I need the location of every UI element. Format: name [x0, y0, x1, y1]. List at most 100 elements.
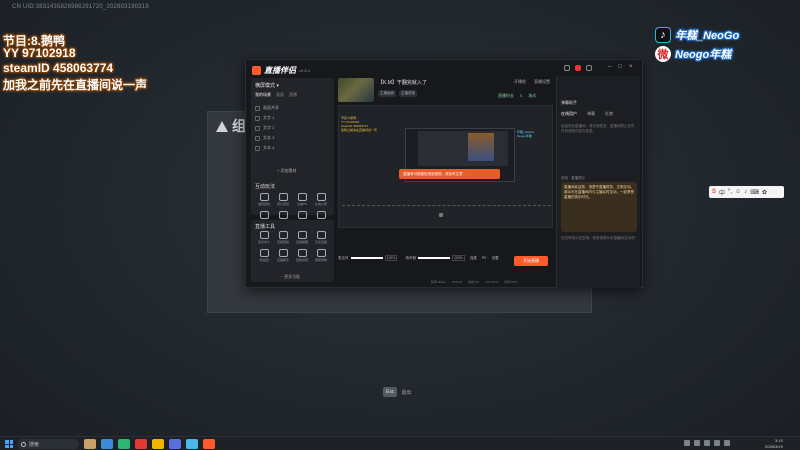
emoji-icon[interactable]: ☺ [735, 189, 741, 195]
windows-start-icon[interactable] [5, 440, 13, 448]
battery-icon[interactable] [724, 440, 730, 446]
taskbar-app-live-companion[interactable] [203, 439, 215, 449]
taskbar-app-edge[interactable] [118, 439, 130, 449]
esc-key[interactable]: Esc [383, 387, 398, 397]
skin-icon[interactable]: ✿ [762, 189, 767, 196]
tray-up-icon[interactable] [684, 440, 690, 446]
tag[interactable]: 主播语音 [399, 90, 417, 97]
close-icon[interactable]: × [629, 64, 633, 70]
taskbar-app-netease[interactable] [135, 439, 147, 449]
start-live-button[interactable]: 开始直播 [514, 256, 548, 266]
taskbar-app-weather[interactable] [84, 439, 96, 449]
taskbar-app-explorer[interactable] [152, 439, 164, 449]
audience-link-button[interactable]: 观众连线 [274, 193, 292, 206]
chinese-mode-icon[interactable]: 中 [719, 188, 725, 197]
tab-online-users[interactable]: 在线用户 [561, 111, 577, 117]
stream-cover-thumbnail[interactable] [338, 78, 374, 102]
source-item[interactable]: 文字 2 [255, 124, 329, 132]
tab-gifts[interactable]: 礼物 [605, 111, 613, 117]
preview-scroll-handle[interactable] [439, 213, 443, 217]
tiktok-icon: ♪ [655, 27, 671, 43]
danmaku-hint: 欢迎来到直播间，请文明发言，直播间禁止发布任何违规内容与信息。 [561, 124, 635, 133]
live-settings-button[interactable]: 直播设置 [534, 79, 550, 85]
taskbar: 搜索 3:19 2026/3/19 [0, 436, 800, 450]
empty-danmaku-hint: 还没有观众发言哦，快邀请观众来直播间互动吧~ [561, 236, 637, 240]
like-icon [316, 211, 326, 219]
app-title: 直播伴侣 v9.8.4 [252, 65, 310, 76]
stat-value: 0 [520, 93, 523, 98]
tab-live[interactable]: 直播 [289, 92, 297, 98]
wifi-icon[interactable] [704, 440, 710, 446]
source-icon [255, 125, 260, 131]
status-memory: 内存:55% [504, 280, 518, 284]
taskbar-apps [84, 439, 215, 449]
window-controls: – □ × [608, 64, 632, 70]
sogou-icon[interactable]: S [712, 189, 716, 195]
replay-button[interactable]: 直播回放 [274, 231, 292, 244]
users-icon [278, 193, 288, 201]
add-source-button[interactable]: + 添加素材 [277, 168, 296, 174]
preview-overlay-text: 节目:8.鹅鸭 YY 97102918 steamID 458063774 加我… [341, 116, 378, 132]
app-logo-icon [252, 66, 261, 75]
pre-live-button[interactable]: 开播前 [514, 79, 526, 85]
task-center-button[interactable]: 任务中心 [255, 231, 273, 244]
mic-icon[interactable]: ♪ [744, 189, 747, 195]
tab-screen[interactable]: 画面 [276, 92, 284, 98]
taskbar-search[interactable]: 搜索 [17, 439, 79, 449]
stream-title[interactable]: 【K.M】干翻完就入了 [378, 79, 427, 86]
keyboard-icon[interactable]: ⌨ [750, 189, 759, 196]
message-icon[interactable] [564, 65, 570, 71]
clip-button[interactable]: 回放剪辑 [293, 249, 311, 262]
ime-toolbar[interactable]: S 中 °, ☺ ♪ ⌨ ✿ [709, 186, 784, 198]
source-item[interactable]: 文本 4 [255, 144, 329, 152]
pk-button[interactable]: 主播PK [293, 193, 311, 206]
preview-nested-content [418, 131, 508, 166]
source-item[interactable]: 画面共享 [255, 104, 329, 112]
redpacket-icon [297, 211, 307, 219]
tab-danmaku[interactable]: 弹幕 [587, 111, 595, 117]
tag[interactable]: 主播画面 [378, 90, 396, 97]
avatar[interactable] [586, 65, 592, 71]
preview-divider [342, 205, 551, 209]
punctuation-icon[interactable]: °, [728, 189, 732, 195]
taskbar-app-steam[interactable] [169, 439, 181, 449]
mode-select[interactable]: 横屏模式 ▾ [255, 82, 279, 89]
fan-club-button[interactable]: 粉丝团 [255, 249, 273, 262]
minimize-icon[interactable]: – [608, 64, 611, 70]
source-item[interactable]: 文本 3 [255, 134, 329, 142]
tab-my-scenes[interactable]: 我的场景 [255, 92, 271, 98]
more-functions-button[interactable]: ··· 更多功能 [279, 274, 300, 280]
screen-record-button[interactable]: 屏幕录制 [312, 249, 330, 262]
speaker-label: 扬声器 [405, 255, 416, 260]
taskbar-clock[interactable]: 3:19 2026/3/19 [765, 438, 783, 450]
taskbar-app-task-view[interactable] [101, 439, 113, 449]
source-icon [255, 145, 260, 151]
live-companion-window[interactable]: 直播伴侣 v9.8.4 – □ × 横屏模式 ▾ 我的场景 画面 直播 画面共享… [245, 59, 643, 288]
danmaku-tabs: 在线用户 弹幕 礼物 [561, 111, 613, 117]
pk-mode-button[interactable]: PK [482, 256, 487, 260]
mic-icon [259, 193, 269, 201]
taskbar-app-chat[interactable] [186, 439, 198, 449]
bell-icon [297, 231, 307, 239]
speaker-volume-slider[interactable] [417, 257, 450, 259]
volume-icon[interactable] [714, 440, 720, 446]
gift-icon [316, 193, 326, 201]
reminder-button[interactable]: 直播提醒 [293, 231, 311, 244]
tray-ime-icon[interactable] [694, 440, 700, 446]
link-mic-button[interactable]: 连麦 [470, 256, 477, 261]
assistant-button[interactable]: 直播助手 [274, 249, 292, 262]
stream-preview[interactable]: 节目:8.鹅鸭 YY 97102918 steamID 458063774 加我… [338, 105, 553, 228]
gift-wish-button[interactable]: 礼物心愿 [312, 193, 330, 206]
app-name: 直播伴侣 [264, 66, 296, 75]
source-item[interactable]: 文字 1 [255, 114, 329, 122]
live-icon [316, 231, 326, 239]
tools-section-title: 直播工具 [255, 224, 276, 230]
overlay-line-notice: 加我之前先在直播间说一声 [3, 78, 148, 92]
voice-link-button[interactable]: 语音连线 [255, 193, 273, 206]
record-icon[interactable] [575, 65, 581, 71]
live-now-button[interactable]: 正在直播 [312, 231, 330, 244]
settings-button[interactable]: 设置 [492, 256, 499, 261]
maximize-icon[interactable]: □ [618, 64, 622, 70]
status-cpu: CPU:21% [485, 280, 499, 284]
mic-volume-slider[interactable] [350, 257, 383, 259]
